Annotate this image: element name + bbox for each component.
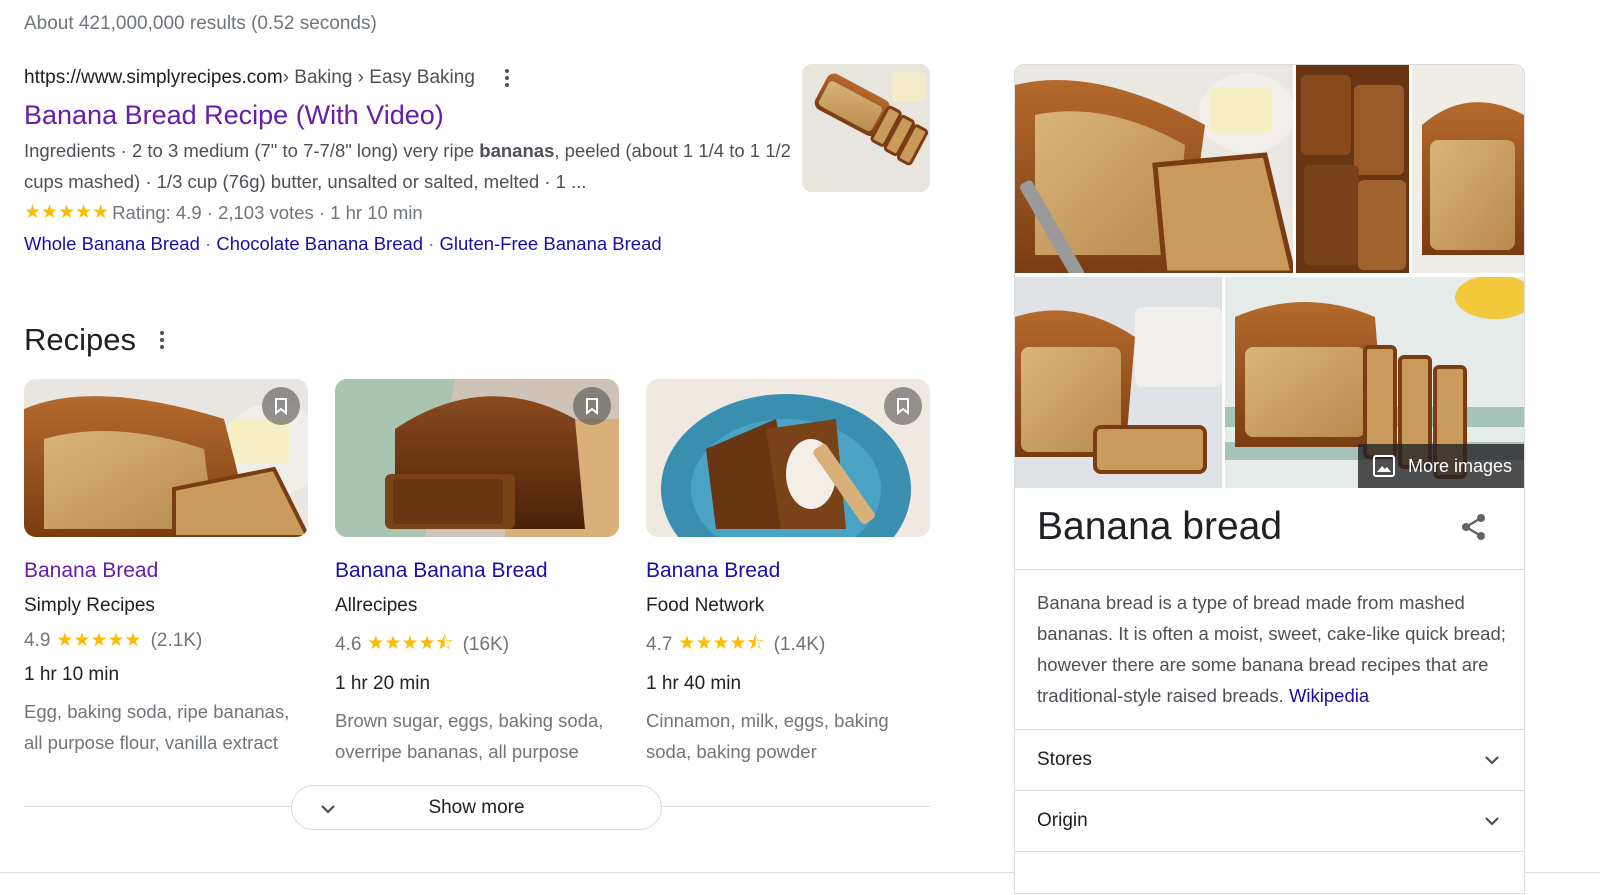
rating-value: 4.6 <box>335 634 362 655</box>
recipe-image[interactable] <box>24 379 308 537</box>
recipe-ingredients: Egg, baking soda, ripe bananas, all purp… <box>24 701 290 753</box>
rating-count: (1.4K) <box>773 634 826 655</box>
recipe-title[interactable]: Banana Bread <box>24 559 308 583</box>
rating-value: 4.7 <box>646 634 673 655</box>
wikipedia-link[interactable]: Wikipedia <box>1289 685 1369 706</box>
more-images-button[interactable]: More images <box>1358 444 1524 488</box>
bookmark-button[interactable] <box>262 387 300 425</box>
more-options-icon[interactable] <box>504 69 509 87</box>
snippet-bold: bananas <box>479 140 555 161</box>
rating-value: 4.9 <box>24 629 51 651</box>
kp-image[interactable] <box>1296 65 1409 273</box>
bookmark-icon <box>275 398 287 415</box>
banana-bread-photo-icon <box>1412 65 1524 273</box>
description-text: Banana bread is a type of bread made fro… <box>1037 592 1506 706</box>
banana-bread-photo-icon <box>802 64 930 192</box>
chevron-down-icon <box>1485 756 1499 765</box>
sitelink-whole[interactable]: Whole Banana Bread <box>24 233 200 254</box>
more-options-icon[interactable] <box>160 331 164 349</box>
result-snippet: Ingredients · 2 to 3 medium (7" to 7-7/8… <box>24 135 794 197</box>
recipes-heading: Recipes <box>24 322 136 357</box>
banana-bread-photo-icon <box>1015 65 1293 273</box>
recipe-time: 1 hr 40 min <box>646 673 742 694</box>
recipe-time: 1 hr 20 min <box>335 673 431 694</box>
star-rating-icon: ★★★★★ <box>56 630 142 651</box>
chevron-down-icon <box>321 805 335 814</box>
result-thumbnail[interactable] <box>802 64 930 192</box>
recipe-card[interactable]: Banana Bread Food Network 4.7 ★★★★⯪ (1.4… <box>646 379 930 767</box>
show-more-button[interactable]: Show more <box>291 785 662 830</box>
image-icon <box>1373 455 1395 477</box>
sitelink-gluten-free[interactable]: Gluten-Free Banana Bread <box>440 233 662 254</box>
star-rating-icon: ★★★★⯪ <box>367 633 454 654</box>
share-icon <box>1462 514 1485 540</box>
snippet-text: Ingredients · 2 to 3 medium (7" to 7-7/8… <box>24 140 480 161</box>
kp-image[interactable] <box>1015 65 1293 273</box>
rating-count: (16K) <box>462 634 510 655</box>
star-rating-icon: ★★★★★ <box>24 202 110 223</box>
recipe-ingredients: Brown sugar, eggs, baking soda, overripe… <box>335 710 604 762</box>
result-path: › Baking › Easy Baking <box>282 67 475 88</box>
image-collage: More images <box>1015 65 1524 488</box>
recipe-title[interactable]: Banana Bread <box>646 559 930 583</box>
recipe-source: Allrecipes <box>335 595 418 616</box>
recipe-card[interactable]: Banana Banana Bread Allrecipes 4.6 ★★★★⯪… <box>335 379 619 767</box>
sitelink-separator: · <box>199 233 217 254</box>
recipe-image[interactable] <box>335 379 619 537</box>
recipe-source: Food Network <box>646 595 765 616</box>
kp-image[interactable] <box>1015 277 1222 488</box>
kp-description: Banana bread is a type of bread made fro… <box>1037 587 1507 711</box>
kp-row-origin[interactable]: Origin <box>1015 791 1524 851</box>
result-domain: https://www.simplyrecipes.com <box>24 67 283 88</box>
bookmark-button[interactable] <box>884 387 922 425</box>
knowledge-panel: More images Banana bread Banana bread is… <box>1014 64 1525 894</box>
kp-image[interactable] <box>1412 65 1524 273</box>
recipe-card[interactable]: Banana Bread Simply Recipes 4.9 ★★★★★ (2… <box>24 379 308 758</box>
kp-title: Banana bread <box>1037 505 1283 548</box>
recipe-rating: 4.6 ★★★★⯪ (16K) <box>335 629 619 661</box>
divider <box>1015 569 1524 570</box>
divider <box>1015 851 1524 852</box>
share-button[interactable] <box>1459 512 1489 547</box>
recipes-header: Recipes <box>24 322 164 358</box>
rating-count: (2.1K) <box>150 629 203 651</box>
sitelink-separator: · <box>423 233 440 254</box>
recipe-rating: 4.9 ★★★★★ (2.1K) <box>24 629 308 652</box>
recipe-ingredients: Cinnamon, milk, eggs, baking soda, bakin… <box>646 710 889 762</box>
bookmark-button[interactable] <box>573 387 611 425</box>
result-stats: About 421,000,000 results (0.52 seconds) <box>24 13 377 34</box>
sitelinks: Whole Banana Bread · Chocolate Banana Br… <box>24 228 944 259</box>
recipe-rating: 4.7 ★★★★⯪ (1.4K) <box>646 629 930 661</box>
kp-row-label: Origin <box>1037 810 1088 831</box>
more-images-label: More images <box>1408 455 1513 476</box>
recipe-time: 1 hr 10 min <box>24 664 120 685</box>
bookmark-icon <box>586 398 598 415</box>
kp-row-label: Stores <box>1037 749 1092 770</box>
chevron-down-icon <box>1485 817 1499 826</box>
star-rating-icon: ★★★★⯪ <box>678 633 765 654</box>
banana-bread-photo-icon <box>1015 277 1222 488</box>
kp-row-stores[interactable]: Stores <box>1015 730 1524 790</box>
recipe-title[interactable]: Banana Banana Bread <box>335 559 619 583</box>
bookmark-icon <box>897 398 909 415</box>
show-more-label: Show more <box>428 796 525 818</box>
banana-bread-photo-icon <box>1296 65 1409 273</box>
sitelink-chocolate[interactable]: Chocolate Banana Bread <box>216 233 423 254</box>
result-rating: ★★★★★ Rating: 4.9 · 2,103 votes · 1 hr 1… <box>24 197 944 228</box>
recipe-source: Simply Recipes <box>24 595 155 616</box>
rating-text: Rating: 4.9 · 2,103 votes · 1 hr 10 min <box>112 202 423 223</box>
recipe-image[interactable] <box>646 379 930 537</box>
